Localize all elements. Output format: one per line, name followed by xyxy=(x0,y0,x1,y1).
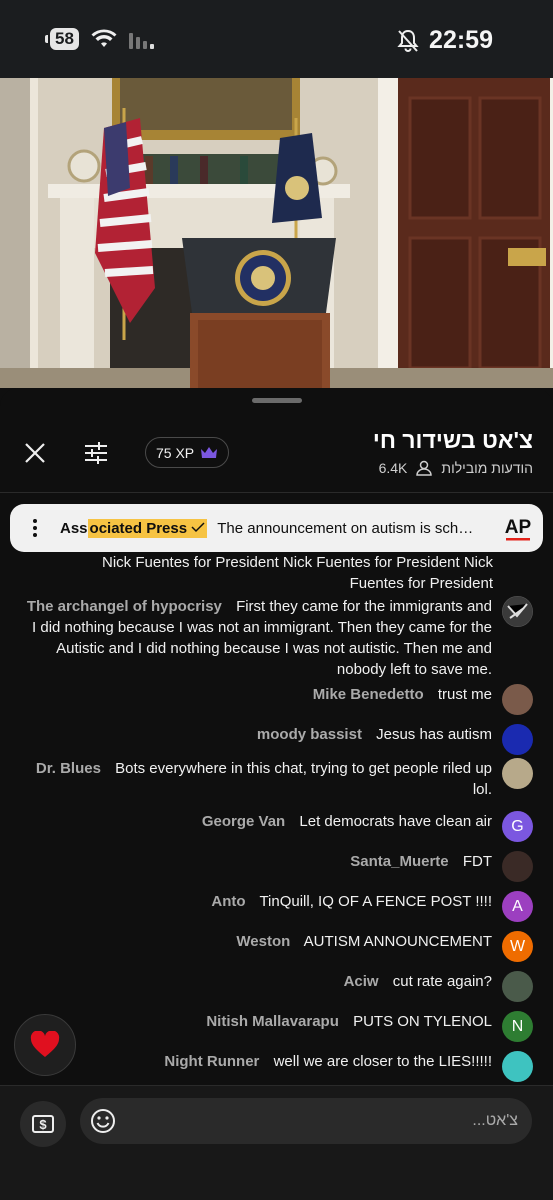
message-text: well we are closer to the LIES!!!!! xyxy=(273,1053,492,1070)
message-author[interactable]: Dr. Blues xyxy=(36,760,101,777)
message-text: Bots everywhere in this chat, trying to … xyxy=(115,760,492,798)
clock: 22:59 xyxy=(429,26,493,54)
message-author[interactable]: Aciw xyxy=(344,973,379,990)
avatar[interactable] xyxy=(502,684,533,715)
chat-input[interactable] xyxy=(128,1098,518,1144)
chat-header: צ'אט בשידור חי הודעות מובילות 6.4K 75 XP xyxy=(0,413,553,493)
chat-message[interactable]: The archangel of hypocrisy First they ca… xyxy=(19,596,533,680)
chat-panel: צ'אט בשידור חי הודעות מובילות 6.4K 75 XP xyxy=(0,388,553,1200)
super-chat-button[interactable]: $ xyxy=(20,1101,66,1147)
chat-message[interactable]: Santa_Muerte FDT xyxy=(350,851,533,882)
message-text: Let democrats have clean air xyxy=(299,813,492,830)
xp-label: 75 XP xyxy=(156,444,195,461)
chat-message[interactable]: Night Runner well we are closer to the L… xyxy=(164,1051,533,1082)
chat-mode-selector[interactable]: הודעות מובילות 6.4K xyxy=(379,460,533,476)
heart-icon xyxy=(30,1031,60,1057)
message-author[interactable]: moody bassist xyxy=(257,726,362,743)
avatar[interactable]: N xyxy=(502,1011,533,1042)
video-player[interactable] xyxy=(0,78,553,388)
emoji-icon[interactable] xyxy=(90,1108,116,1134)
chat-message[interactable]: moody bassist Jesus has autism xyxy=(257,724,533,755)
mute-bell-icon xyxy=(397,29,419,52)
message-text: PUTS ON TYLENOL xyxy=(353,1013,492,1030)
message-text: FDT xyxy=(462,853,492,870)
message-author[interactable]: Weston xyxy=(236,933,290,950)
chat-message[interactable]: Nitish Mallavarapu PUTS ON TYLENOL N xyxy=(206,1011,533,1042)
message-author[interactable]: Night Runner xyxy=(164,1053,259,1070)
dollar-icon: $ xyxy=(32,1115,54,1133)
avatar[interactable] xyxy=(502,724,533,755)
pinned-text: The announcement on autism is scheduled … xyxy=(217,519,479,537)
close-icon[interactable] xyxy=(22,440,48,466)
chat-title: צ'אט בשידור חי xyxy=(372,427,533,453)
video-frame xyxy=(0,78,553,388)
wifi-icon xyxy=(91,29,117,47)
message-text: AUTISM ANNOUNCEMENT xyxy=(303,933,492,950)
message-author[interactable]: The archangel of hypocrisy xyxy=(27,598,222,615)
reaction-button[interactable] xyxy=(14,1014,76,1076)
message-author[interactable]: George Van xyxy=(202,813,285,830)
more-options-icon[interactable] xyxy=(10,518,60,538)
avatar[interactable] xyxy=(502,758,533,789)
avatar[interactable] xyxy=(502,596,533,627)
viewer-count: 6.4K xyxy=(378,460,408,476)
signal-icon xyxy=(128,33,154,49)
pinned-message[interactable]: Ass ociated Press The announcement on aut… xyxy=(10,504,543,552)
status-left: 58 xyxy=(45,28,157,50)
chat-message[interactable]: Dr. Blues Bots everywhere in this chat, … xyxy=(19,758,533,800)
xp-badge[interactable]: 75 XP xyxy=(145,437,230,468)
chat-mode-label: הודעות מובילות xyxy=(441,460,533,476)
message-author[interactable]: Mike Benedetto xyxy=(313,686,424,703)
tune-icon[interactable] xyxy=(82,439,110,467)
avatar[interactable]: G xyxy=(502,811,533,842)
chat-message[interactable]: Aciw cut rate again? xyxy=(344,971,533,1002)
ap-logo-text: AP xyxy=(505,517,532,538)
pinned-author: Ass ociated Press xyxy=(60,518,208,538)
avatar[interactable] xyxy=(502,851,533,882)
ap-logo: AP xyxy=(503,513,533,543)
pinned-author-highlight: ociated Press xyxy=(89,519,188,537)
avatar[interactable]: A xyxy=(502,891,533,922)
avatar[interactable] xyxy=(502,1051,533,1082)
avatar[interactable]: W xyxy=(502,931,533,962)
chat-message-list[interactable]: Nick Fuentes for President Nick Fuentes … xyxy=(0,550,553,1085)
message-text: Nick Fuentes for President Nick Fuentes … xyxy=(102,554,493,592)
pinned-author-plain: Ass xyxy=(60,519,88,537)
drag-handle[interactable] xyxy=(252,398,302,403)
chat-input-bar: $ xyxy=(0,1085,553,1200)
crown-icon xyxy=(201,446,218,458)
message-author[interactable]: Anto xyxy=(211,893,245,910)
chat-message[interactable]: Mike Benedetto trust me xyxy=(313,684,533,715)
status-bar: 58 22:59 xyxy=(0,0,553,78)
message-text: Jesus has autism xyxy=(376,726,492,743)
message-author[interactable]: Santa_Muerte xyxy=(350,853,448,870)
chat-input-container[interactable] xyxy=(80,1098,532,1144)
battery-indicator: 58 xyxy=(45,28,79,50)
svg-text:$: $ xyxy=(39,1117,47,1132)
chat-message[interactable]: Weston AUTISM ANNOUNCEMENT W xyxy=(236,931,533,962)
chat-message[interactable]: Nick Fuentes for President Nick Fuentes … xyxy=(63,552,493,594)
verified-check-icon xyxy=(191,521,205,532)
message-text: cut rate again? xyxy=(392,973,492,990)
message-text: trust me xyxy=(437,686,492,703)
chat-message[interactable]: George Van Let democrats have clean air … xyxy=(202,811,533,842)
person-icon xyxy=(416,460,433,476)
message-text: TinQuill, IQ OF A FENCE POST !!!! xyxy=(259,893,492,910)
status-right: 22:59 xyxy=(397,26,493,55)
message-author[interactable]: Nitish Mallavarapu xyxy=(206,1013,339,1030)
avatar[interactable] xyxy=(502,971,533,1002)
chat-message[interactable]: Anto TinQuill, IQ OF A FENCE POST !!!! A xyxy=(211,891,533,922)
